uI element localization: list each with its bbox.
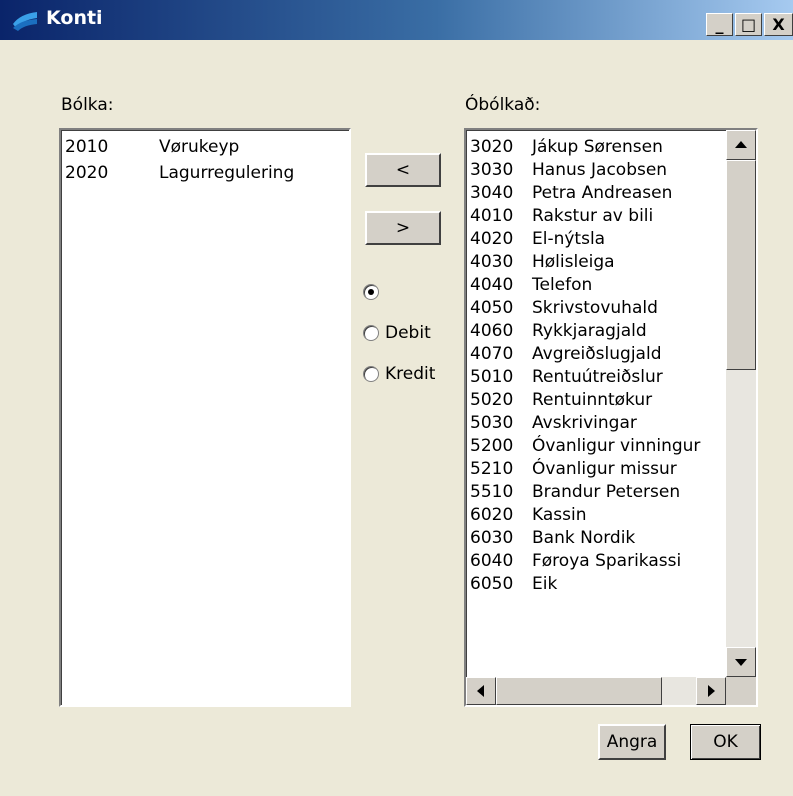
title-bar[interactable]: Konti _ □ X xyxy=(0,0,793,40)
account-code: 6030 xyxy=(470,528,514,548)
radio-debit-indicator xyxy=(363,325,379,341)
horizontal-scroll-thumb[interactable] xyxy=(496,677,662,705)
account-name: Telefon xyxy=(532,275,593,295)
account-name: Petra Andreasen xyxy=(532,183,673,203)
scroll-right-button[interactable] xyxy=(696,677,726,705)
account-name: Óvanligur vinningur xyxy=(532,436,701,456)
radio-kredit-label: Kredit xyxy=(385,364,436,384)
account-name: Vørukeyp xyxy=(159,137,240,157)
account-code: 6050 xyxy=(470,574,514,594)
account-name: Hølisleiga xyxy=(532,252,615,272)
account-code: 4040 xyxy=(470,275,514,295)
arrow-right-icon xyxy=(708,685,715,697)
arrow-down-icon xyxy=(735,659,747,666)
account-name: Føroya Sparikassi xyxy=(532,551,682,571)
account-code: 4070 xyxy=(470,344,514,364)
radio-none-indicator xyxy=(363,284,379,300)
app-icon xyxy=(13,12,37,31)
vertical-scrollbar[interactable] xyxy=(726,130,756,677)
radio-kredit[interactable]: Kredit xyxy=(363,363,435,385)
account-name: Brandur Petersen xyxy=(532,482,681,502)
account-code: 3040 xyxy=(470,183,514,203)
close-icon: X xyxy=(772,15,785,34)
radio-debit[interactable]: Debit xyxy=(363,322,431,344)
window-title: Konti xyxy=(46,7,103,29)
konti-dialog: Konti _ □ X Bólka: 2010 Vørukeyp 2020 La… xyxy=(0,0,793,796)
grouped-label: Bólka: xyxy=(61,95,114,115)
account-code: 4050 xyxy=(470,298,514,318)
account-code: 5010 xyxy=(470,367,514,387)
account-code: 5200 xyxy=(470,436,514,456)
minimize-icon: _ xyxy=(715,15,724,34)
account-code: 6020 xyxy=(470,505,514,525)
grouped-listbox[interactable]: 2010 Vørukeyp 2020 Lagurregulering xyxy=(59,128,351,707)
minimize-button[interactable]: _ xyxy=(706,13,733,36)
move-right-label: > xyxy=(395,218,411,238)
ok-label: OK xyxy=(713,732,738,752)
account-code: 5510 xyxy=(470,482,514,502)
move-right-button[interactable]: > xyxy=(365,211,441,245)
account-name: Eik xyxy=(532,574,558,594)
scroll-left-button[interactable] xyxy=(466,677,496,705)
arrow-left-icon xyxy=(477,685,484,697)
account-code: 2020 xyxy=(65,163,109,183)
account-code: 4020 xyxy=(470,229,514,249)
account-name: Rakstur av bili xyxy=(532,206,654,226)
cancel-label: Angra xyxy=(606,732,658,752)
account-code: 5030 xyxy=(470,413,514,433)
account-name: Rykkjaragjald xyxy=(532,321,647,341)
scroll-down-button[interactable] xyxy=(726,647,756,677)
maximize-icon: □ xyxy=(740,15,757,34)
account-name: Avgreiðslugjald xyxy=(532,344,662,364)
account-name: Kassin xyxy=(532,505,587,525)
account-code: 4060 xyxy=(470,321,514,341)
account-name: Hanus Jacobsen xyxy=(532,160,668,180)
account-code: 4010 xyxy=(470,206,514,226)
cancel-button[interactable]: Angra xyxy=(598,724,666,760)
close-button[interactable]: X xyxy=(764,13,793,36)
account-code: 6040 xyxy=(470,551,514,571)
account-name: Bank Nordik xyxy=(532,528,636,548)
account-name: Jákup Sørensen xyxy=(532,137,663,157)
account-name: El-nýtsla xyxy=(532,229,606,249)
arrow-up-icon xyxy=(735,141,747,148)
account-name: Avskrivingar xyxy=(532,413,637,433)
account-code: 2010 xyxy=(65,137,109,157)
ungrouped-label: Óbólkað: xyxy=(465,95,541,115)
scrollbar-corner xyxy=(726,677,756,705)
move-left-label: < xyxy=(395,160,411,180)
account-code: 3020 xyxy=(470,137,514,157)
account-code: 5210 xyxy=(470,459,514,479)
account-code: 5020 xyxy=(470,390,514,410)
move-left-button[interactable]: < xyxy=(365,153,441,187)
account-code: 4030 xyxy=(470,252,514,272)
account-code: 3030 xyxy=(470,160,514,180)
scroll-up-button[interactable] xyxy=(726,130,756,160)
horizontal-scrollbar[interactable] xyxy=(466,677,726,705)
vertical-scroll-thumb[interactable] xyxy=(726,160,756,370)
maximize-button[interactable]: □ xyxy=(735,13,762,36)
radio-kredit-indicator xyxy=(363,366,379,382)
ok-button[interactable]: OK xyxy=(690,724,761,760)
ungrouped-listbox[interactable]: 3020 Jákup Sørensen 3030 Hanus Jacobsen 30… xyxy=(464,128,758,707)
radio-none[interactable] xyxy=(363,281,385,303)
account-name: Rentuútreiðslur xyxy=(532,367,663,387)
account-name: Rentuinntøkur xyxy=(532,390,653,410)
account-name: Skrivstovuhald xyxy=(532,298,658,318)
account-name: Óvanligur missur xyxy=(532,459,677,479)
radio-debit-label: Debit xyxy=(385,323,431,343)
account-name: Lagurregulering xyxy=(159,163,295,183)
